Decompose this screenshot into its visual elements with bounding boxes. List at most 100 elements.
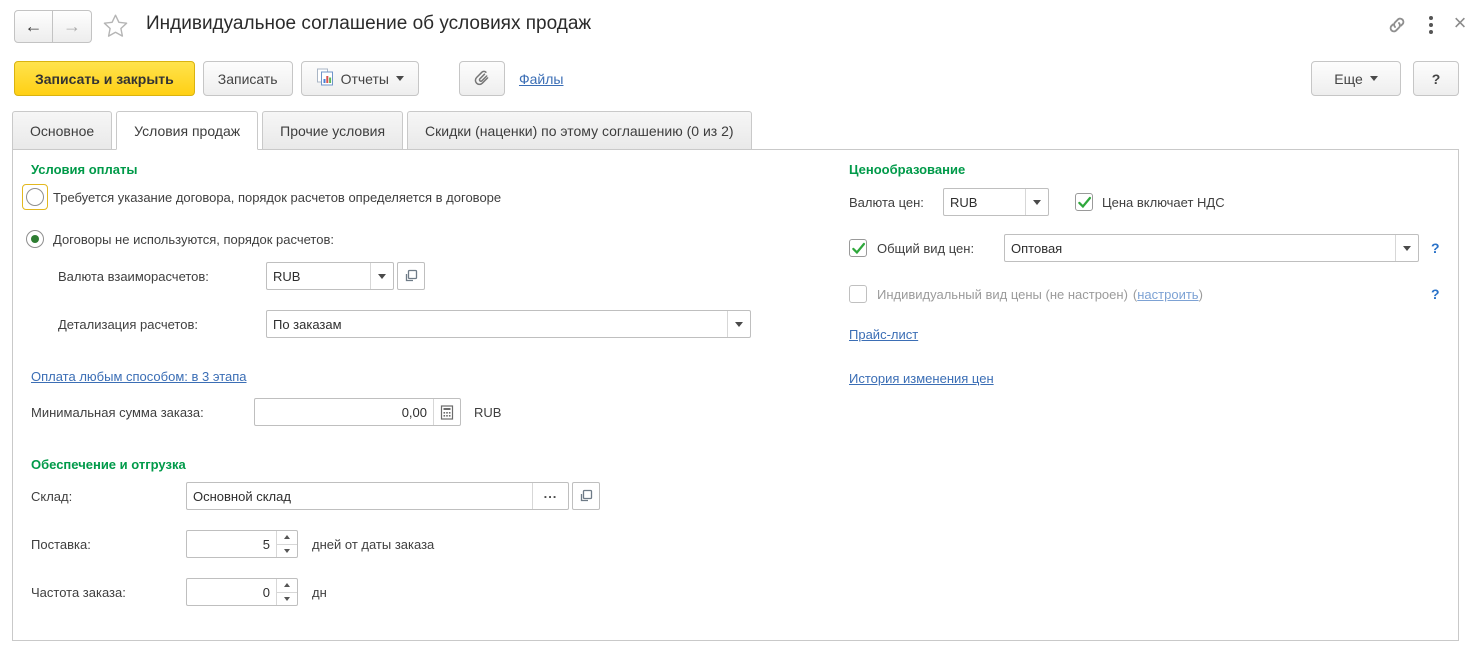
- page-title: Индивидуальное соглашение об условиях пр…: [146, 13, 591, 35]
- radio-no-contract-label: Договоры не используются, порядок расчет…: [53, 232, 334, 247]
- individual-price-row: Индивидуальный вид цены (не настроен) ( …: [849, 280, 1203, 308]
- more-button[interactable]: Еще: [1311, 61, 1401, 96]
- tab-discounts[interactable]: Скидки (наценки) по этому соглашению (0 …: [407, 111, 752, 150]
- nav-history-group: ← →: [14, 10, 92, 43]
- common-price-checkbox[interactable]: [849, 239, 867, 257]
- save-button[interactable]: Записать: [203, 61, 293, 96]
- settlement-currency-label: Валюта взаиморасчетов:: [58, 269, 266, 284]
- spinner-up-button[interactable]: [277, 531, 297, 545]
- tab-strip: Основное Условия продаж Прочие условия С…: [12, 111, 752, 150]
- reports-button[interactable]: Отчеты: [301, 61, 419, 96]
- favorite-star-icon[interactable]: [102, 13, 129, 42]
- payment-schedule-link[interactable]: Оплата любым способом: в 3 этапа: [31, 369, 247, 384]
- choose-button[interactable]: ...: [532, 483, 568, 509]
- min-order-input[interactable]: [255, 399, 433, 425]
- open-warehouse-button[interactable]: [572, 482, 600, 510]
- close-icon[interactable]: ×: [1447, 8, 1473, 38]
- warehouse-row: Склад: ...: [31, 482, 600, 510]
- tab-content-panel: Условия оплаты Требуется указание догово…: [12, 149, 1459, 641]
- dropdown-arrow-button[interactable]: [370, 263, 393, 289]
- tab-main[interactable]: Основное: [12, 111, 112, 150]
- dropdown-arrow-button[interactable]: [1025, 189, 1048, 215]
- price-list-link[interactable]: Прайс-лист: [849, 327, 918, 342]
- price-currency-input[interactable]: [944, 189, 1025, 215]
- help-icon[interactable]: ?: [1431, 286, 1440, 302]
- reports-label: Отчеты: [341, 71, 389, 87]
- spinner-down-icon: [284, 549, 290, 553]
- supply-section-title: Обеспечение и отгрузка: [31, 457, 186, 472]
- kebab-menu-icon[interactable]: [1423, 13, 1439, 37]
- min-order-row: Минимальная сумма заказа: RUB: [31, 398, 501, 426]
- price-history-link[interactable]: История изменения цен: [849, 371, 994, 386]
- dropdown-arrow-button[interactable]: [1395, 235, 1418, 261]
- individual-price-label: Индивидуальный вид цены (не настроен): [877, 287, 1128, 302]
- reports-icon: [316, 68, 334, 89]
- warehouse-label: Склад:: [31, 489, 186, 504]
- delivery-row: Поставка: дней от даты заказа: [31, 530, 434, 558]
- common-price-row: Общий вид цен:: [849, 234, 1419, 262]
- radio-row-contract: Требуется указание договора, порядок рас…: [22, 183, 501, 211]
- settlement-currency-combo[interactable]: [266, 262, 394, 290]
- spinner-down-button[interactable]: [277, 593, 297, 606]
- radio-contract-required[interactable]: [26, 188, 44, 206]
- delivery-suffix: дней от даты заказа: [312, 537, 434, 552]
- back-icon: ←: [25, 16, 43, 37]
- help-icon[interactable]: ?: [1431, 240, 1440, 256]
- help-button[interactable]: ?: [1413, 61, 1459, 96]
- frequency-input[interactable]: [187, 579, 276, 605]
- payment-section-title: Условия оплаты: [31, 162, 137, 177]
- frequency-field[interactable]: [186, 578, 298, 606]
- dropdown-arrow-button[interactable]: [727, 311, 750, 337]
- price-history-row: История изменения цен: [849, 364, 994, 392]
- chevron-down-icon: [378, 274, 386, 279]
- delivery-input[interactable]: [187, 531, 276, 557]
- chevron-down-icon: [735, 322, 743, 327]
- radio-no-contracts[interactable]: [26, 230, 44, 248]
- open-currency-button[interactable]: [397, 262, 425, 290]
- spinner-up-button[interactable]: [277, 579, 297, 593]
- individual-price-checkbox[interactable]: [849, 285, 867, 303]
- price-list-row: Прайс-лист: [849, 320, 918, 348]
- settlement-detail-input[interactable]: [267, 311, 727, 337]
- radio-row-no-contract: Договоры не используются, порядок расчет…: [26, 225, 334, 253]
- check-icon: [851, 241, 866, 256]
- payment-schedule-row: Оплата любым способом: в 3 этапа: [31, 362, 247, 390]
- common-price-combo[interactable]: [1004, 234, 1419, 262]
- vat-checkbox[interactable]: [1075, 193, 1093, 211]
- settlement-detail-combo[interactable]: [266, 310, 751, 338]
- delivery-field[interactable]: [186, 530, 298, 558]
- save-and-close-button[interactable]: Записать и закрыть: [14, 61, 195, 96]
- delivery-label: Поставка:: [31, 537, 186, 552]
- min-order-field[interactable]: [254, 398, 461, 426]
- files-link[interactable]: Файлы: [519, 71, 563, 87]
- attachments-button[interactable]: [459, 61, 505, 96]
- chevron-down-icon: [1370, 76, 1378, 81]
- price-currency-row: Валюта цен: Цена включает НДС: [849, 188, 1225, 216]
- pricing-section-title: Ценообразование: [849, 162, 965, 177]
- back-button[interactable]: ←: [14, 10, 53, 43]
- frequency-suffix: дн: [312, 585, 327, 600]
- spinner-down-icon: [284, 597, 290, 601]
- radio-contract-label: Требуется указание договора, порядок рас…: [53, 190, 501, 205]
- price-currency-combo[interactable]: [943, 188, 1049, 216]
- copy-link-icon[interactable]: [1384, 12, 1410, 38]
- tab-sale-conditions[interactable]: Условия продаж: [116, 111, 258, 150]
- chevron-down-icon: [1403, 246, 1411, 251]
- ellipsis-label: ...: [544, 486, 558, 501]
- settlement-detail-label: Детализация расчетов:: [58, 317, 266, 332]
- settlement-detail-row: Детализация расчетов:: [58, 310, 751, 338]
- spinner-up-icon: [284, 535, 290, 539]
- spinner-down-button[interactable]: [277, 545, 297, 558]
- common-price-input[interactable]: [1005, 235, 1395, 261]
- configure-individual-price-link[interactable]: настроить: [1137, 287, 1198, 302]
- settlement-currency-input[interactable]: [267, 263, 370, 289]
- calculator-icon: [440, 405, 454, 420]
- forward-button[interactable]: →: [53, 10, 92, 43]
- calculator-button[interactable]: [433, 399, 460, 425]
- warehouse-input[interactable]: [187, 483, 532, 509]
- tab-other-conditions[interactable]: Прочие условия: [262, 111, 403, 150]
- chevron-down-icon: [1033, 200, 1041, 205]
- save-label: Записать: [218, 71, 278, 87]
- common-price-label: Общий вид цен:: [877, 241, 996, 256]
- warehouse-field[interactable]: ...: [186, 482, 569, 510]
